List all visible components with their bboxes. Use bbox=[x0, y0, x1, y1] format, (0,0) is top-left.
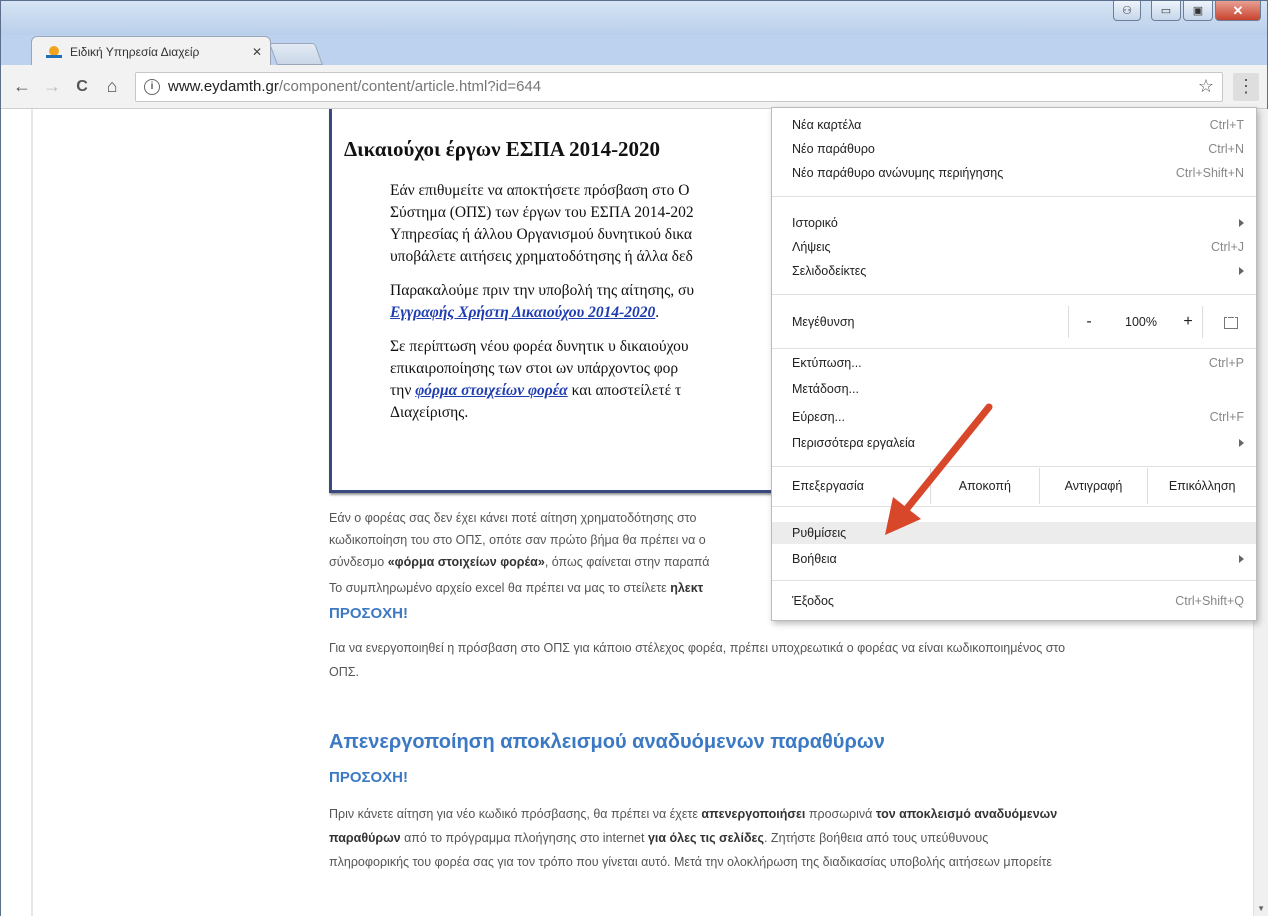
text-line: κωδικοποίηση του στο ΟΠΣ, οπότε σαν πρώτ… bbox=[329, 533, 706, 547]
menu-item-bookmarks[interactable]: Σελιδοδείκτες bbox=[772, 260, 1256, 282]
minimize-button[interactable]: ▭ bbox=[1151, 1, 1181, 21]
maximize-button[interactable]: ▣ bbox=[1183, 1, 1213, 21]
info-icon[interactable]: i bbox=[144, 78, 160, 95]
attention-heading: ΠΡΟΣΟΧΗ! bbox=[329, 605, 409, 622]
menu-item-help[interactable]: Βοήθεια bbox=[772, 548, 1256, 570]
attention-text: Για να ενεργοποιηθεί η πρόσβαση στο ΟΠΣ … bbox=[329, 641, 1066, 655]
text-line: Πριν κάνετε αίτηση για νέο κωδικό πρόσβα… bbox=[329, 807, 1058, 821]
zoom-label: Μεγέθυνση bbox=[792, 315, 855, 329]
menu-separator bbox=[772, 466, 1256, 467]
submenu-arrow-icon bbox=[1239, 267, 1244, 275]
menu-item-exit[interactable]: Έξοδος Ctrl+Shift+Q bbox=[772, 590, 1256, 612]
submenu-arrow-icon bbox=[1239, 439, 1244, 447]
menu-item-settings[interactable]: Ρυθμίσεις bbox=[772, 522, 1256, 544]
text-line: Το συμπληρωμένο αρχείο excel θα πρέπει ν… bbox=[329, 581, 704, 595]
menu-separator bbox=[772, 506, 1256, 507]
box-para-1: Εάν επιθυμείτε να αποκτήσετε πρόσβαση στ… bbox=[390, 182, 694, 265]
url-path: /component/content/article.html?id=644 bbox=[278, 78, 542, 95]
text-line: Εάν ο φορέας σας δεν έχει κάνει ποτέ αίτ… bbox=[329, 511, 697, 525]
bookmark-star-icon[interactable]: ☆ bbox=[1198, 76, 1214, 97]
menu-separator bbox=[772, 348, 1256, 349]
attention-heading: ΠΡΟΣΟΧΗ! bbox=[329, 769, 409, 786]
menu-item-find[interactable]: Εύρεση... Ctrl+F bbox=[772, 406, 1256, 428]
box-para-3: Σε περίπτωση νέου φορέα δυνητικ υ δικαιο… bbox=[390, 338, 689, 421]
browser-window: ⚇ ▭ ▣ ✕ Ειδική Υπηρεσία Διαχείρ ✕ ← → C … bbox=[0, 0, 1268, 916]
page-divider bbox=[31, 109, 33, 916]
menu-item-more-tools[interactable]: Περισσότερα εργαλεία bbox=[772, 432, 1256, 454]
zoom-out-button[interactable]: - bbox=[1069, 313, 1109, 331]
title-bar: ⚇ ▭ ▣ ✕ bbox=[1, 1, 1267, 35]
page-left-margin bbox=[1, 109, 303, 916]
window-controls: ⚇ ▭ ▣ ✕ bbox=[1113, 1, 1261, 21]
registration-guide-link[interactable]: Εγγραφής Χρήστη Δικαιούχου 2014-2020 bbox=[390, 304, 655, 321]
text-line: παραθύρων από το πρόγραμμα πλοήγησης στο… bbox=[329, 831, 989, 845]
tab-active[interactable]: Ειδική Υπηρεσία Διαχείρ ✕ bbox=[31, 36, 271, 66]
menu-item-zoom: Μεγέθυνση - 100% + bbox=[772, 306, 1256, 338]
zoom-controls: - 100% + bbox=[1068, 306, 1203, 338]
paste-button[interactable]: Επικόλληση bbox=[1147, 468, 1256, 504]
tab-title: Ειδική Υπηρεσία Διαχείρ bbox=[70, 44, 200, 59]
box-title: Δικαιούχοι έργων ΕΣΠΑ 2014-2020 bbox=[344, 137, 661, 161]
info-box: Δικαιούχοι έργων ΕΣΠΑ 2014-2020 Εάν επιθ… bbox=[329, 109, 781, 493]
submenu-arrow-icon bbox=[1239, 555, 1244, 563]
browser-toolbar: ← → C ⌂ i www.eydamth.gr/component/conte… bbox=[1, 65, 1267, 109]
user-icon[interactable]: ⚇ bbox=[1113, 1, 1141, 21]
entity-form-link[interactable]: φόρμα στοιχείων φορέα bbox=[415, 382, 568, 399]
back-icon[interactable]: ← bbox=[9, 74, 35, 100]
home-icon[interactable]: ⌂ bbox=[99, 74, 125, 100]
site-favicon-icon bbox=[46, 45, 62, 59]
close-window-button[interactable]: ✕ bbox=[1215, 1, 1261, 21]
menu-separator bbox=[772, 294, 1256, 295]
menu-separator bbox=[772, 580, 1256, 581]
text-line: πληροφορικής του φορέα σας για τον τρόπο… bbox=[329, 855, 1052, 869]
text-line: σύνδεσμο «φόρμα στοιχείων φορέα», όπως φ… bbox=[329, 555, 710, 569]
menu-item-history[interactable]: Ιστορικό bbox=[772, 212, 1256, 234]
submenu-arrow-icon bbox=[1239, 219, 1244, 227]
attention-text: ΟΠΣ. bbox=[329, 665, 359, 679]
section-title: Απενεργοποίηση αποκλεισμού αναδυόμενων π… bbox=[329, 731, 885, 753]
address-bar[interactable]: i www.eydamth.gr/component/content/artic… bbox=[135, 71, 1223, 102]
menu-item-downloads[interactable]: Λήψεις Ctrl+J bbox=[772, 236, 1256, 258]
scroll-down-icon[interactable]: ▼ bbox=[1257, 904, 1265, 913]
copy-button[interactable]: Αντιγραφή bbox=[1038, 468, 1148, 504]
annotation-arrow-icon bbox=[885, 403, 993, 535]
browser-menu-icon[interactable]: ⋮ bbox=[1233, 72, 1259, 101]
menu-item-incognito[interactable]: Νέο παράθυρο ανώνυμης περιήγησης Ctrl+Shi… bbox=[772, 162, 1256, 184]
reload-icon[interactable]: C bbox=[69, 74, 95, 100]
new-tab-button[interactable] bbox=[268, 43, 324, 65]
tab-close-icon[interactable]: ✕ bbox=[252, 45, 262, 59]
browser-menu: Νέα καρτέλα Ctrl+T Νέο παράθυρο Ctrl+N Νέο… bbox=[771, 107, 1257, 621]
box-para-2: Παρακαλούμε πριν την υποβολή της αίτησης… bbox=[390, 282, 695, 321]
forward-icon[interactable]: → bbox=[39, 74, 65, 100]
menu-edit-row: Επεξεργασία Αποκοπή Αντιγραφή Επικόλληση bbox=[772, 468, 1256, 504]
url-host: www.eydamth.gr bbox=[168, 78, 279, 95]
zoom-level: 100% bbox=[1125, 315, 1157, 329]
menu-item-cast[interactable]: Μετάδοση... bbox=[772, 378, 1256, 400]
zoom-in-button[interactable]: + bbox=[1173, 313, 1203, 331]
menu-item-print[interactable]: Εκτύπωση... Ctrl+P bbox=[772, 352, 1256, 374]
menu-item-new-window[interactable]: Νέο παράθυρο Ctrl+N bbox=[772, 138, 1256, 160]
menu-separator bbox=[772, 196, 1256, 197]
menu-item-new-tab[interactable]: Νέα καρτέλα Ctrl+T bbox=[772, 114, 1256, 136]
fullscreen-icon[interactable] bbox=[1202, 306, 1256, 338]
